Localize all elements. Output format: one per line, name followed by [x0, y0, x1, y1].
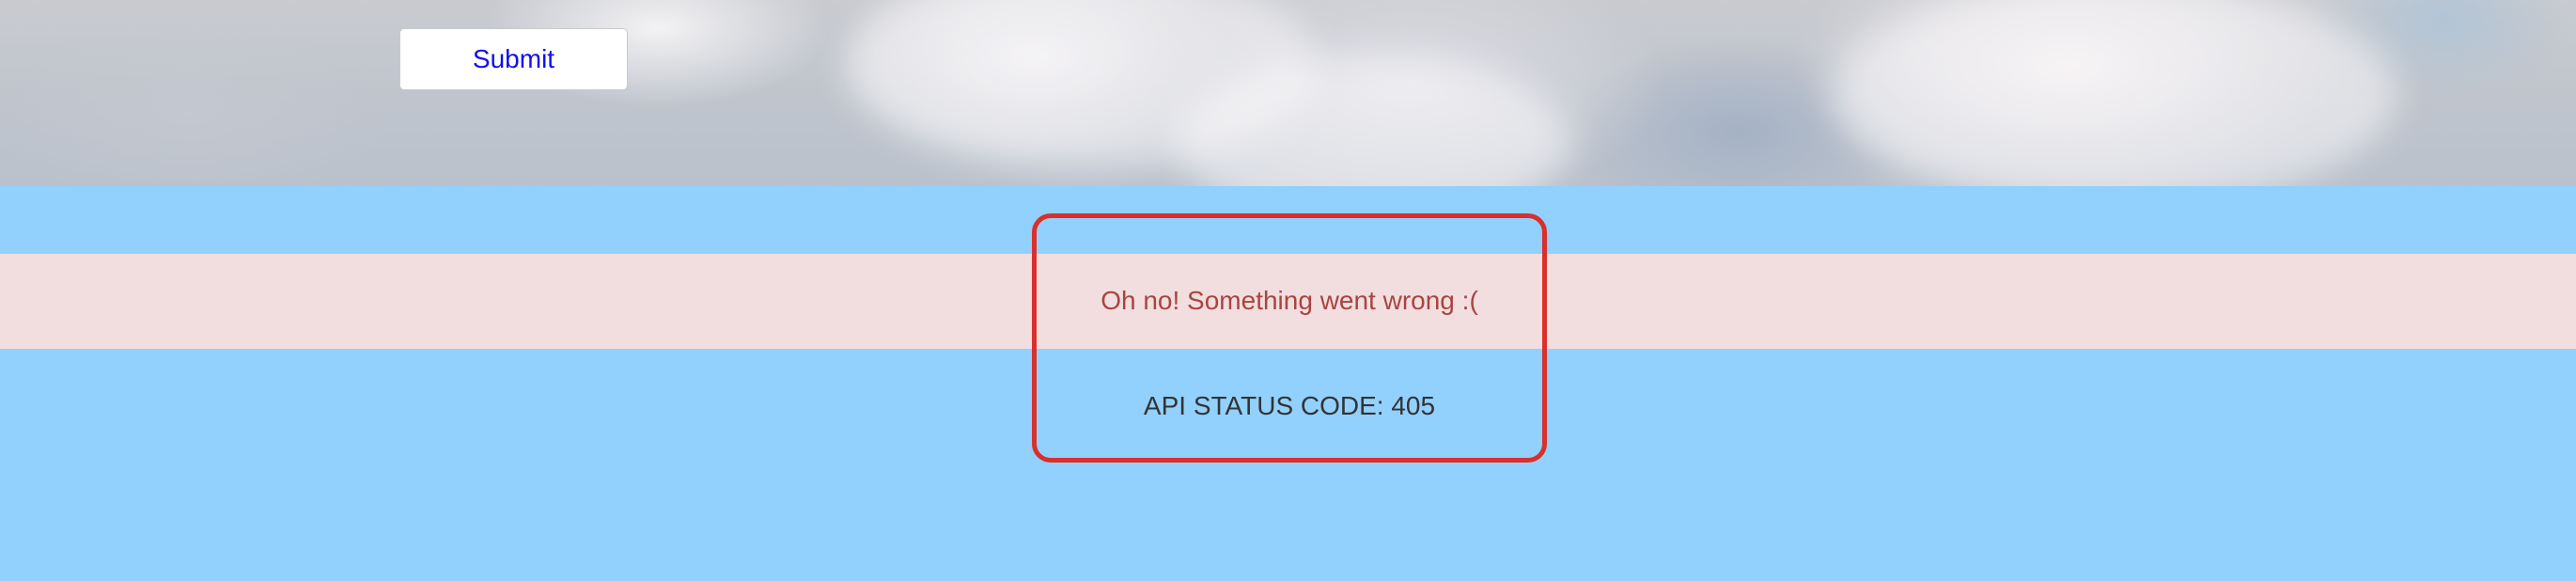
submit-button[interactable]: Submit: [399, 28, 628, 90]
error-highlight-box: [1032, 213, 1547, 463]
api-status-code: API STATUS CODE: 405: [1143, 391, 1436, 420]
error-message: Oh no! Something went wrong :(: [1101, 286, 1478, 315]
hero-background-image: Submit: [0, 0, 2576, 186]
page: Submit Oh no! Something went wrong :( AP…: [0, 0, 2576, 581]
